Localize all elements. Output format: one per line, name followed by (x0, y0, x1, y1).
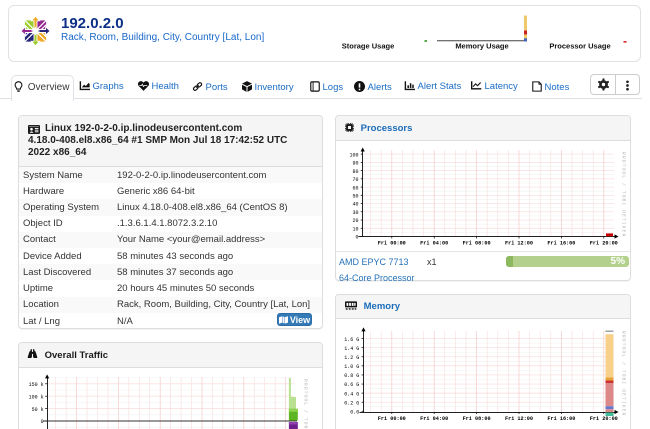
svg-text:50: 50 (352, 194, 358, 200)
svg-text:0.6 G: 0.6 G (344, 382, 359, 388)
svg-text:Fri 00:00: Fri 00:00 (378, 416, 406, 422)
svg-text:50 k: 50 k (32, 407, 44, 413)
svg-text:60: 60 (352, 185, 358, 191)
svg-text:Fri 16:00: Fri 16:00 (547, 416, 575, 422)
svg-text:Processor Usage: Processor Usage (549, 42, 610, 51)
svg-text:RRDTOOL / TOBI OETIKER: RRDTOOL / TOBI OETIKER (621, 331, 627, 416)
svg-text:70: 70 (352, 177, 358, 183)
svg-text:RRDTOOL / TOBI OETIKER: RRDTOOL / TOBI OETIKER (303, 379, 309, 429)
svg-text:Fri 00:00: Fri 00:00 (378, 240, 406, 246)
svg-text:100: 100 (349, 152, 358, 158)
svg-text:1.4 G: 1.4 G (344, 346, 359, 352)
svg-text:0: 0 (41, 419, 44, 425)
svg-text:1.2 G: 1.2 G (344, 355, 359, 361)
svg-text:Fri 20:00: Fri 20:00 (590, 416, 618, 422)
svg-text:0.8 G: 0.8 G (344, 373, 359, 379)
svg-text:Fri 12:00: Fri 12:00 (505, 240, 533, 246)
svg-text:Storage Usage: Storage Usage (342, 42, 395, 51)
svg-text:Memory Usage: Memory Usage (455, 42, 508, 51)
svg-text:0: 0 (355, 235, 358, 241)
svg-text:0.4 G: 0.4 G (344, 391, 359, 397)
svg-text:Fri 04:00: Fri 04:00 (420, 240, 448, 246)
svg-text:80: 80 (352, 169, 358, 175)
svg-text:Fri 16:00: Fri 16:00 (547, 240, 575, 246)
svg-text:1.6 G: 1.6 G (344, 337, 359, 343)
svg-text:0.2 G: 0.2 G (344, 400, 359, 406)
svg-text:Fri 12:00: Fri 12:00 (505, 416, 533, 422)
svg-text:Fri 08:00: Fri 08:00 (463, 416, 491, 422)
svg-text:100 k: 100 k (29, 394, 44, 400)
svg-text:10: 10 (352, 226, 358, 232)
svg-text:20: 20 (352, 218, 358, 224)
svg-text:90: 90 (352, 161, 358, 167)
svg-text:Fri 08:00: Fri 08:00 (463, 240, 491, 246)
svg-text:0.0: 0.0 (350, 410, 359, 416)
svg-text:Fri 20:00: Fri 20:00 (590, 240, 618, 246)
svg-text:40: 40 (352, 202, 358, 208)
svg-text:Fri 04:00: Fri 04:00 (420, 416, 448, 422)
svg-text:RRDTOOL / TOBI OETIKER: RRDTOOL / TOBI OETIKER (621, 152, 627, 237)
svg-text:30: 30 (352, 210, 358, 216)
svg-text:150 k: 150 k (29, 382, 44, 388)
svg-text:1.0 G: 1.0 G (344, 364, 359, 370)
